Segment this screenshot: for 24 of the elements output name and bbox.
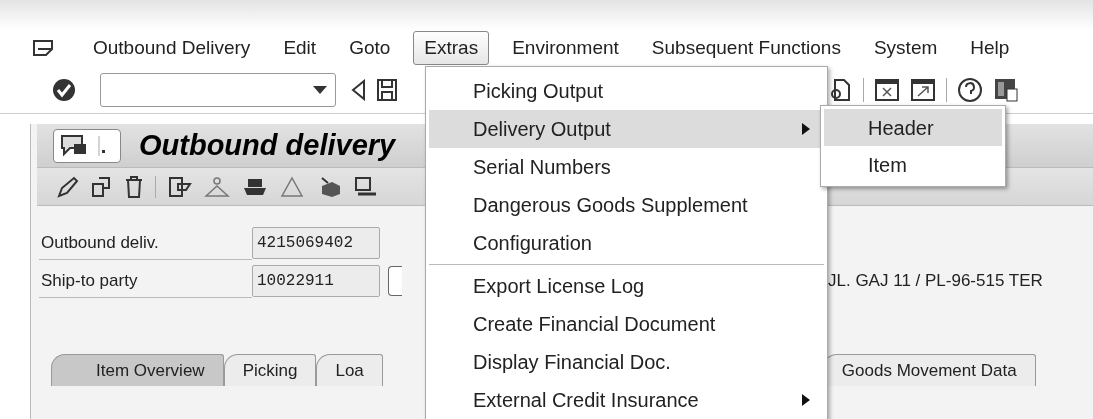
tab[interactable]: Item Overview [51,354,224,386]
screen-title: Outbound delivery [139,127,396,163]
menu-item[interactable]: Environment [512,33,619,63]
menu-item[interactable]: Export License Log [429,267,824,305]
menu-item[interactable]: Serial Numbers [429,148,824,186]
input-field[interactable]: 4215069402 [252,227,380,259]
menu-item[interactable]: Outbound Delivery [93,33,251,63]
menu-item[interactable]: Configuration [429,224,824,262]
menu-item[interactable]: Header [824,109,1002,146]
menu-item[interactable]: Help [970,33,1010,63]
menu-item[interactable]: Display Financial Doc. [429,343,824,381]
menu-item[interactable]: Edit [283,33,317,63]
menu-item[interactable]: External Credit Insurance [429,381,824,419]
menu-item[interactable]: Extras [413,30,490,66]
menu-item[interactable]: Dangerous Goods Supplement [429,186,824,224]
menu-item[interactable]: Subsequent Functions [651,33,841,63]
menu-item[interactable]: Goto [349,33,391,63]
menu-item[interactable]: System [873,33,938,63]
tab[interactable]: Picking [223,354,317,386]
menu-item[interactable]: Create Financial Document [429,305,824,343]
menu-item[interactable]: Picking Output [429,72,824,110]
tab[interactable]: Loa [316,354,383,386]
menu-item[interactable]: Item [824,146,1002,183]
input-field[interactable]: 10022911 [252,265,380,297]
